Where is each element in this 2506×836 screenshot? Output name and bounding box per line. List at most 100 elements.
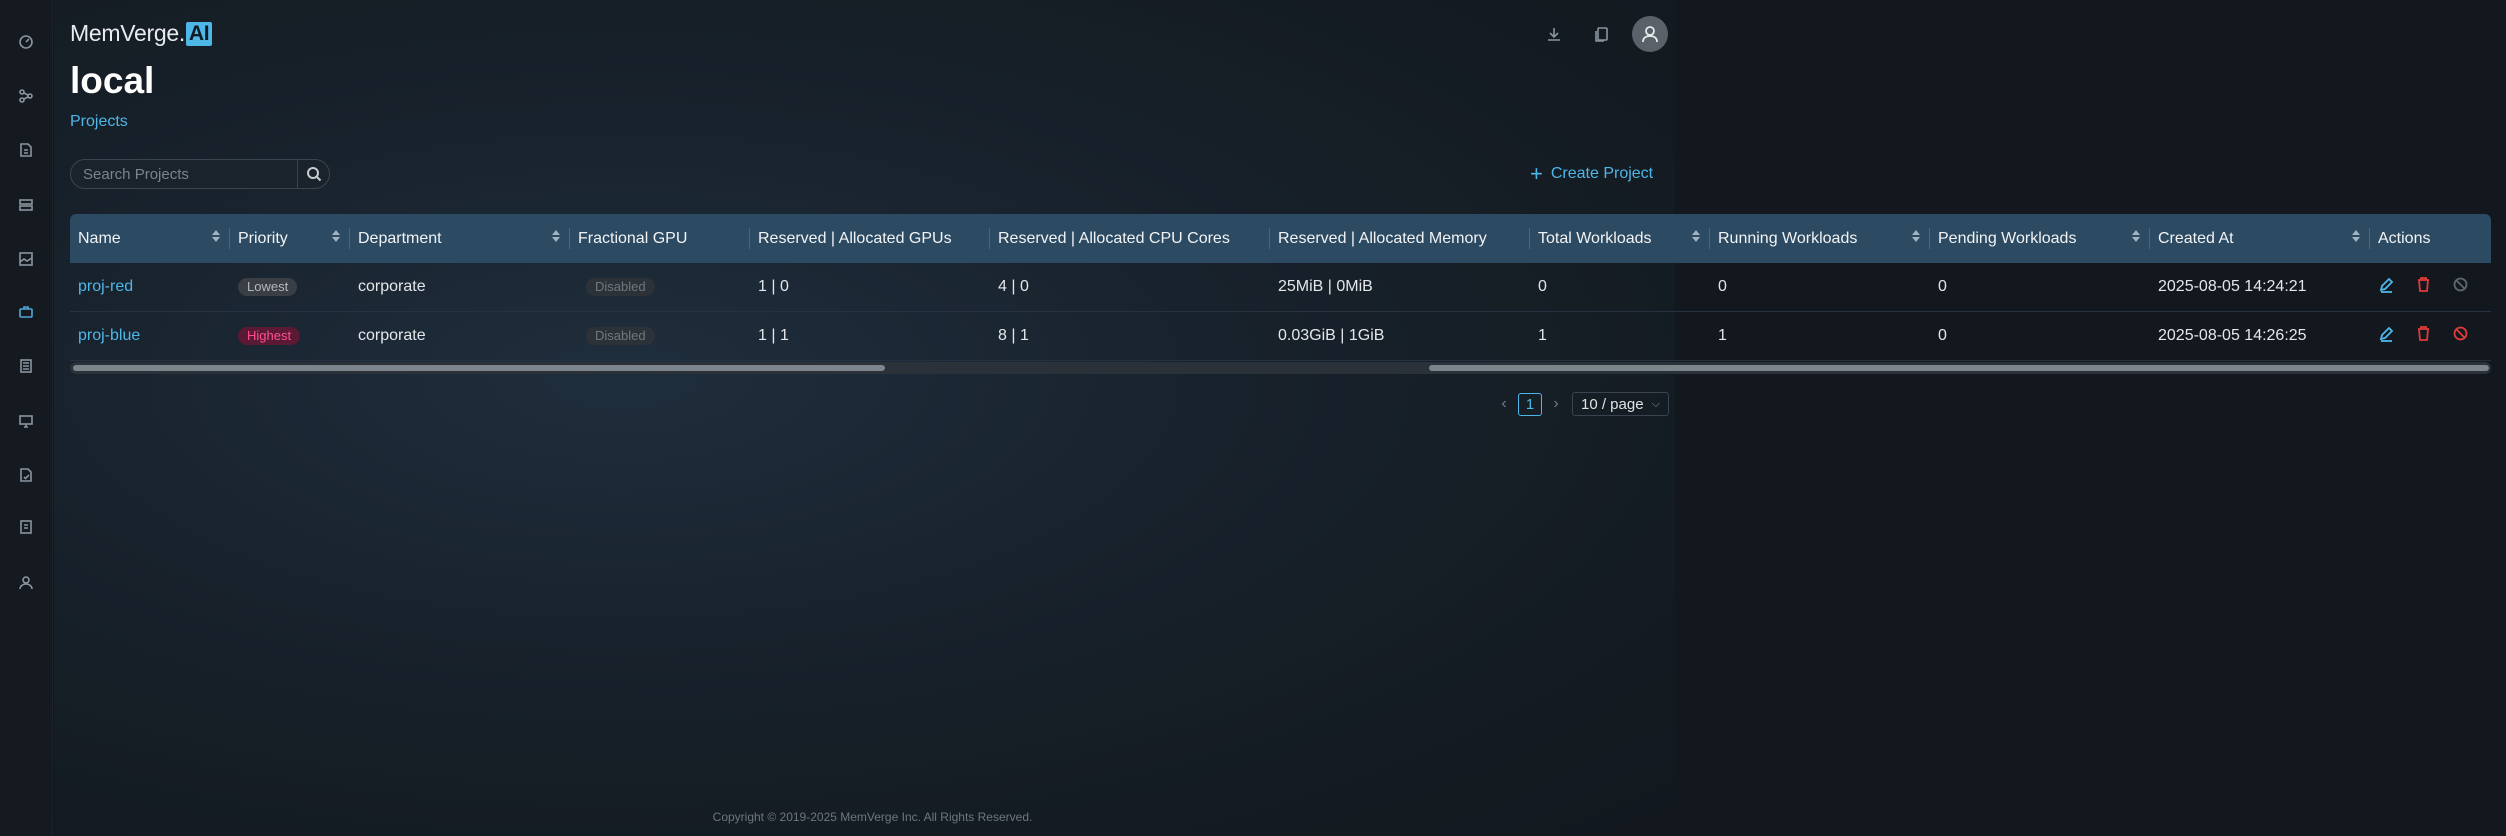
scrollbar-thumb[interactable] [1429, 365, 2489, 371]
column-label: Pending Workloads [1938, 229, 2077, 247]
table-row: proj-blue Highest corporate Disabled 1 |… [70, 312, 2491, 361]
table-header: Name Priority Department Fractional GPU … [70, 214, 2491, 263]
cell-gpus: 1 | 1 [758, 327, 789, 344]
avatar[interactable] [1632, 16, 1668, 52]
column-header-memory: Reserved | Allocated Memory [1270, 214, 1530, 263]
horizontal-scrollbar[interactable] [70, 362, 2491, 374]
column-header-created-at[interactable]: Created At [2150, 214, 2370, 263]
cell-fractional-gpu: Disabled [570, 263, 750, 311]
cell-created-at: 2025-08-05 14:24:21 [2158, 278, 2307, 295]
column-label: Reserved | Allocated CPU Cores [998, 229, 1230, 247]
cell-created-at: 2025-08-05 14:26:25 [2158, 327, 2307, 344]
cell-cpu: 8 | 1 [998, 327, 1029, 344]
prev-page-icon[interactable]: ‹ [1496, 395, 1512, 413]
sort-icon[interactable] [2352, 230, 2360, 242]
next-page-icon[interactable]: › [1548, 395, 1564, 413]
top-toolbar [1540, 16, 1668, 52]
page-number[interactable]: 1 [1518, 392, 1542, 416]
cell-fractional-gpu: Disabled [570, 312, 750, 360]
page-size-select[interactable]: 10 / page ⌵ [1572, 392, 1669, 416]
chevron-down-icon: ⌵ [1651, 397, 1660, 410]
column-header-name[interactable]: Name [70, 214, 230, 263]
column-label: Reserved | Allocated Memory [1278, 229, 1487, 247]
brand-logo: MemVerge. AI [70, 20, 213, 47]
brand-name: MemVerge. [70, 20, 185, 46]
table-row: proj-red Lowest corporate Disabled 1 | 0… [70, 263, 2491, 312]
column-label: Actions [2378, 229, 2431, 247]
column-header-total-workloads[interactable]: Total Workloads [1530, 214, 1710, 263]
column-label: Name [78, 229, 121, 247]
column-header-running-workloads[interactable]: Running Workloads [1710, 214, 1930, 263]
disable-icon[interactable] [2452, 276, 2469, 298]
cell-department: corporate [358, 327, 426, 344]
plus-icon: + [1530, 161, 1543, 186]
search-button[interactable] [298, 159, 330, 189]
cell-running-workloads: 0 [1718, 278, 1727, 295]
copy-icon[interactable] [1588, 20, 1616, 48]
project-link[interactable]: proj-blue [78, 327, 140, 345]
delete-icon[interactable] [2415, 276, 2432, 298]
cell-running-workloads: 1 [1718, 327, 1727, 344]
cell-pending-workloads: 0 [1938, 327, 1947, 344]
delete-icon[interactable] [2415, 325, 2432, 347]
column-label: Reserved | Allocated GPUs [758, 229, 952, 247]
create-project-button[interactable]: + Create Project [1530, 162, 1653, 186]
cell-gpus: 1 | 0 [758, 278, 789, 295]
pagination: ‹ 1 › 10 / page ⌵ [1496, 392, 1669, 416]
sort-icon[interactable] [552, 230, 560, 242]
book-icon[interactable] [16, 517, 36, 537]
image-icon[interactable] [16, 249, 36, 269]
disable-icon[interactable] [2452, 325, 2469, 347]
column-header-priority[interactable]: Priority [230, 214, 350, 263]
cell-department: corporate [358, 278, 426, 295]
server-icon[interactable] [16, 195, 36, 215]
cluster-icon[interactable] [16, 86, 36, 106]
cell-actions [2370, 312, 2491, 360]
column-label: Department [358, 229, 442, 247]
search-icon [306, 167, 321, 182]
monitor-icon[interactable] [16, 411, 36, 431]
edit-icon[interactable] [2378, 276, 2395, 298]
cell-actions [2370, 263, 2491, 311]
scrollbar-thumb[interactable] [73, 365, 885, 371]
sort-icon[interactable] [1692, 230, 1700, 242]
sort-icon[interactable] [332, 230, 340, 242]
status-badge: Disabled [586, 278, 655, 296]
column-label: Total Workloads [1538, 229, 1652, 247]
column-label: Created At [2158, 229, 2234, 247]
breadcrumb[interactable]: Projects [70, 113, 128, 131]
cell-pending-workloads: 0 [1938, 278, 1947, 295]
document-icon[interactable] [16, 140, 36, 160]
dashboard-icon[interactable] [16, 32, 36, 52]
column-label: Fractional GPU [578, 229, 688, 247]
column-header-department[interactable]: Department [350, 214, 570, 263]
page-size-value: 10 / page [1581, 395, 1644, 413]
list-icon[interactable] [16, 356, 36, 376]
projects-icon[interactable] [16, 302, 36, 322]
create-project-label: Create Project [1550, 165, 1654, 182]
column-header-actions: Actions [2370, 214, 2491, 263]
sidebar [0, 0, 53, 836]
search-bar [70, 159, 330, 189]
page-title: local [70, 60, 155, 101]
sort-icon[interactable] [2132, 230, 2140, 242]
priority-badge: Lowest [238, 278, 298, 296]
status-badge: Disabled [586, 327, 655, 345]
search-input[interactable] [70, 159, 298, 189]
cell-name: proj-red [70, 263, 230, 311]
cell-total-workloads: 1 [1538, 327, 1547, 344]
sort-icon[interactable] [1912, 230, 1920, 242]
sort-icon[interactable] [212, 230, 220, 242]
user-icon[interactable] [16, 573, 36, 593]
download-icon[interactable] [1540, 20, 1568, 48]
column-header-fractional-gpu: Fractional GPU [570, 214, 750, 263]
cell-cpu: 4 | 0 [998, 278, 1029, 295]
column-header-pending-workloads[interactable]: Pending Workloads [1930, 214, 2150, 263]
project-link[interactable]: proj-red [78, 278, 133, 296]
column-header-gpus: Reserved | Allocated GPUs [750, 214, 990, 263]
cell-priority: Highest [230, 312, 350, 360]
right-area [1675, 0, 2506, 836]
column-label: Priority [238, 229, 288, 247]
edit-icon[interactable] [2378, 325, 2395, 347]
report-icon[interactable] [16, 465, 36, 485]
